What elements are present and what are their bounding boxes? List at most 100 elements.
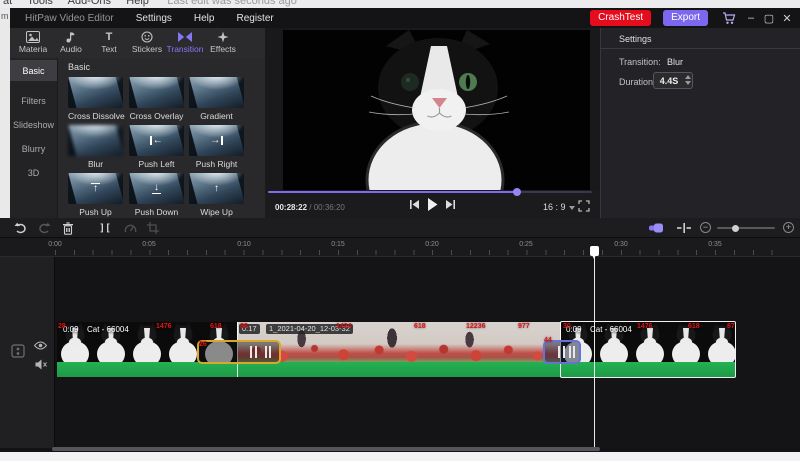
titlebar: HitPaw Video Editor Settings Help Regist…	[10, 8, 800, 28]
zoom-slider-handle[interactable]	[732, 225, 739, 232]
spinner-down-icon[interactable]	[685, 81, 691, 85]
text-icon: T	[106, 31, 113, 43]
clip-overlay-number: 1476	[637, 323, 653, 330]
export-button[interactable]: Export	[663, 10, 708, 26]
ruler-label: 0:20	[425, 241, 439, 248]
transition-item-push-down[interactable]: ↓ Push Down	[129, 173, 184, 217]
clip-overlay-number: 86	[240, 323, 248, 330]
maximize-button[interactable]: ▢	[760, 12, 778, 25]
app-title: HitPaw Video Editor	[25, 13, 114, 24]
transition-bowtie-icon	[177, 31, 193, 43]
undo-button[interactable]	[13, 221, 27, 235]
sidebar-item-basic[interactable]: Basic	[10, 60, 57, 81]
track-view-toggle[interactable]	[648, 221, 668, 235]
push-up-arrow-icon: ↑	[68, 173, 123, 204]
clip-overlay-number: 1424	[336, 323, 352, 330]
settings-title: Settings	[619, 34, 652, 44]
fullscreen-button[interactable]	[578, 199, 590, 217]
transition-item-wipe-up[interactable]: ↑ Wipe Up	[189, 173, 244, 217]
timeline-zoom-slider[interactable]	[717, 227, 775, 229]
clip-overlay-number: 28	[58, 323, 66, 330]
clip-overlay-number: 87	[727, 323, 735, 330]
transition-marker-selected[interactable]	[197, 340, 281, 364]
transition-thumbnail: →	[189, 125, 244, 156]
time-display: 00:28:22 / 00:36:20	[275, 203, 345, 212]
clip-name: Cat - 66004	[590, 325, 632, 334]
push-right-arrow-icon: →	[189, 125, 244, 156]
transition-marker-icon	[569, 346, 576, 358]
transition-label: Push Right	[189, 159, 244, 169]
transition-item-blur[interactable]: Blur	[68, 125, 123, 169]
zoom-out-button[interactable]: −	[700, 222, 711, 233]
speed-button[interactable]	[123, 221, 137, 235]
ruler-ticks	[55, 250, 790, 255]
timeline-clip-flowers[interactable]: 0:17 1_2021-04-20_12-03-32	[237, 322, 560, 377]
tab-audio[interactable]: Audio	[52, 31, 90, 54]
minimize-button[interactable]: –	[742, 12, 760, 24]
cart-icon[interactable]	[722, 12, 736, 25]
timeline-ruler[interactable]: 0:00 0:05 0:10 0:15 0:20 0:25 0:30 0:35	[0, 238, 800, 256]
transition-item-cross-dissolve[interactable]: Cross Dissolve	[68, 77, 123, 121]
tab-transition[interactable]: Transition	[166, 31, 204, 54]
playhead-line[interactable]	[594, 252, 595, 448]
tab-materia[interactable]: Materia	[14, 31, 52, 54]
tab-effects[interactable]: Effects	[204, 31, 242, 54]
transition-label: Gradient	[189, 111, 244, 121]
tab-label: Audio	[60, 44, 82, 54]
fit-timeline-button[interactable]	[677, 221, 691, 235]
transition-item-push-right[interactable]: → Push Right	[189, 125, 244, 169]
transition-thumbnail: ↑	[189, 173, 244, 204]
aspect-ratio-selector[interactable]: 16 : 9	[543, 202, 575, 212]
transition-item-push-up[interactable]: ↑ Push Up	[68, 173, 123, 217]
previous-frame-button[interactable]	[408, 198, 421, 216]
transition-item-cross-overlay[interactable]: Cross Overlay	[129, 77, 184, 121]
duration-spinner[interactable]	[685, 75, 691, 85]
crop-button[interactable]	[146, 221, 160, 235]
transition-marker-icon	[250, 346, 257, 358]
tab-label: Stickers	[132, 44, 162, 54]
crashtest-button[interactable]: CrashTest	[590, 10, 651, 26]
progress-handle[interactable]	[513, 188, 521, 196]
clip-name: Cat - 66004	[87, 325, 129, 334]
track-visibility-toggle[interactable]	[34, 337, 47, 355]
playback-controls-bar: 00:28:22 / 00:36:20 16 : 9	[265, 190, 600, 218]
redo-button[interactable]	[37, 221, 51, 235]
clip-overlay-number: 618	[688, 323, 700, 330]
transition-thumbnail: ↓	[129, 173, 184, 204]
tab-stickers[interactable]: Stickers	[128, 31, 166, 54]
transition-marker-icon	[558, 346, 565, 358]
sidebar-item-slideshow[interactable]: Slideshow	[10, 114, 57, 135]
ruler-label: 0:05	[142, 241, 156, 248]
clip-overlay-number: 44	[544, 337, 552, 344]
transition-item-gradient[interactable]: Gradient	[189, 77, 244, 121]
settings-panel: Settings Transition: Blur Duration 4.4S	[600, 28, 800, 218]
track-type-icon	[11, 344, 25, 363]
sparkle-icon	[217, 31, 229, 43]
clip-audio-bar	[237, 362, 560, 377]
transition-marker-icon	[265, 346, 272, 358]
menu-settings[interactable]: Settings	[136, 13, 172, 24]
timeline-toolbar: ][ − +	[0, 218, 800, 238]
playhead-handle[interactable]	[590, 246, 599, 256]
split-clip-button[interactable]: ][	[98, 221, 112, 235]
sidebar-item-3d[interactable]: 3D	[10, 162, 57, 183]
spinner-up-icon[interactable]	[685, 75, 691, 79]
tab-text[interactable]: T Text	[90, 31, 128, 54]
transition-thumbnail	[68, 125, 123, 156]
horizontal-scrollbar[interactable]	[52, 447, 600, 451]
next-frame-button[interactable]	[444, 198, 457, 216]
transition-label: Cross Dissolve	[68, 111, 123, 121]
menu-help[interactable]: Help	[194, 13, 215, 24]
clip-overlay-number: 12236	[466, 323, 485, 330]
track-mute-toggle[interactable]	[35, 357, 47, 375]
timeline-clip-cat-2[interactable]: 0:09 Cat - 66004	[560, 322, 735, 377]
tab-label: Effects	[210, 44, 236, 54]
delete-button[interactable]	[61, 221, 75, 235]
sidebar-item-blurry[interactable]: Blurry	[10, 138, 57, 159]
sidebar-item-filters[interactable]: Filters	[10, 90, 57, 111]
menu-register[interactable]: Register	[236, 13, 273, 24]
transition-item-push-left[interactable]: ← Push Left	[129, 125, 184, 169]
close-button[interactable]: ✕	[778, 12, 796, 25]
play-button[interactable]	[425, 197, 439, 217]
zoom-in-button[interactable]: +	[783, 222, 794, 233]
